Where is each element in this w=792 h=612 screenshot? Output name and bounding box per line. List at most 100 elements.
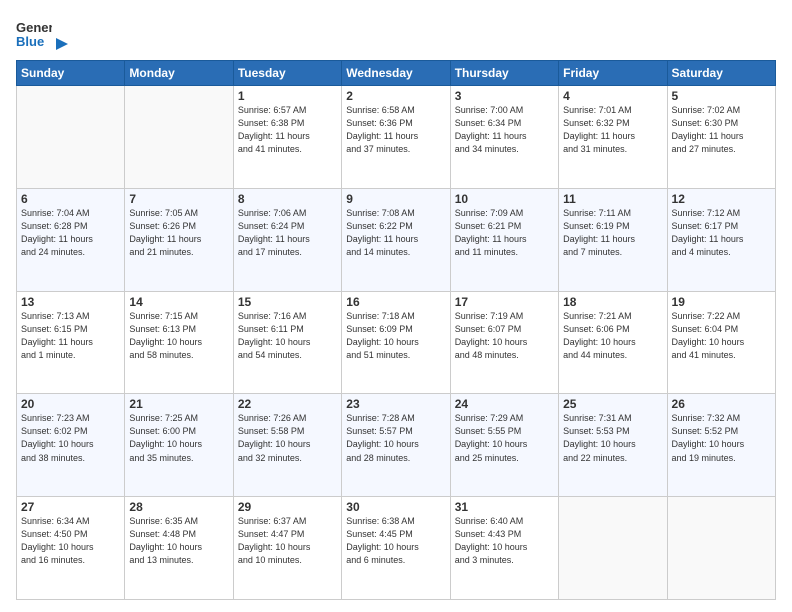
calendar-cell: 12Sunrise: 7:12 AM Sunset: 6:17 PM Dayli… (667, 188, 775, 291)
calendar-cell: 4Sunrise: 7:01 AM Sunset: 6:32 PM Daylig… (559, 86, 667, 189)
day-info: Sunrise: 7:31 AM Sunset: 5:53 PM Dayligh… (563, 412, 662, 464)
weekday-header-sunday: Sunday (17, 61, 125, 86)
day-info: Sunrise: 7:00 AM Sunset: 6:34 PM Dayligh… (455, 104, 554, 156)
day-number: 6 (21, 192, 120, 206)
calendar-cell: 20Sunrise: 7:23 AM Sunset: 6:02 PM Dayli… (17, 394, 125, 497)
calendar-cell: 25Sunrise: 7:31 AM Sunset: 5:53 PM Dayli… (559, 394, 667, 497)
calendar-week-5: 27Sunrise: 6:34 AM Sunset: 4:50 PM Dayli… (17, 497, 776, 600)
calendar-cell: 17Sunrise: 7:19 AM Sunset: 6:07 PM Dayli… (450, 291, 558, 394)
day-info: Sunrise: 7:13 AM Sunset: 6:15 PM Dayligh… (21, 310, 120, 362)
day-info: Sunrise: 6:38 AM Sunset: 4:45 PM Dayligh… (346, 515, 445, 567)
weekday-header-row: SundayMondayTuesdayWednesdayThursdayFrid… (17, 61, 776, 86)
calendar-cell (559, 497, 667, 600)
day-info: Sunrise: 7:22 AM Sunset: 6:04 PM Dayligh… (672, 310, 771, 362)
day-number: 20 (21, 397, 120, 411)
calendar-cell: 28Sunrise: 6:35 AM Sunset: 4:48 PM Dayli… (125, 497, 233, 600)
calendar-cell: 18Sunrise: 7:21 AM Sunset: 6:06 PM Dayli… (559, 291, 667, 394)
calendar-cell (125, 86, 233, 189)
day-number: 2 (346, 89, 445, 103)
day-info: Sunrise: 6:40 AM Sunset: 4:43 PM Dayligh… (455, 515, 554, 567)
day-number: 10 (455, 192, 554, 206)
calendar-cell: 14Sunrise: 7:15 AM Sunset: 6:13 PM Dayli… (125, 291, 233, 394)
logo-arrow-icon (54, 36, 70, 52)
calendar-cell: 23Sunrise: 7:28 AM Sunset: 5:57 PM Dayli… (342, 394, 450, 497)
svg-text:Blue: Blue (16, 34, 44, 49)
day-number: 28 (129, 500, 228, 514)
calendar-cell (17, 86, 125, 189)
day-info: Sunrise: 7:02 AM Sunset: 6:30 PM Dayligh… (672, 104, 771, 156)
calendar-cell: 26Sunrise: 7:32 AM Sunset: 5:52 PM Dayli… (667, 394, 775, 497)
day-number: 22 (238, 397, 337, 411)
calendar-week-4: 20Sunrise: 7:23 AM Sunset: 6:02 PM Dayli… (17, 394, 776, 497)
day-info: Sunrise: 7:15 AM Sunset: 6:13 PM Dayligh… (129, 310, 228, 362)
day-info: Sunrise: 7:26 AM Sunset: 5:58 PM Dayligh… (238, 412, 337, 464)
day-number: 17 (455, 295, 554, 309)
calendar-cell: 1Sunrise: 6:57 AM Sunset: 6:38 PM Daylig… (233, 86, 341, 189)
day-info: Sunrise: 6:57 AM Sunset: 6:38 PM Dayligh… (238, 104, 337, 156)
calendar-cell: 16Sunrise: 7:18 AM Sunset: 6:09 PM Dayli… (342, 291, 450, 394)
calendar-cell: 5Sunrise: 7:02 AM Sunset: 6:30 PM Daylig… (667, 86, 775, 189)
calendar-week-3: 13Sunrise: 7:13 AM Sunset: 6:15 PM Dayli… (17, 291, 776, 394)
day-number: 5 (672, 89, 771, 103)
day-number: 4 (563, 89, 662, 103)
day-info: Sunrise: 7:23 AM Sunset: 6:02 PM Dayligh… (21, 412, 120, 464)
day-info: Sunrise: 7:25 AM Sunset: 6:00 PM Dayligh… (129, 412, 228, 464)
day-info: Sunrise: 7:11 AM Sunset: 6:19 PM Dayligh… (563, 207, 662, 259)
day-number: 21 (129, 397, 228, 411)
day-info: Sunrise: 7:08 AM Sunset: 6:22 PM Dayligh… (346, 207, 445, 259)
day-info: Sunrise: 7:01 AM Sunset: 6:32 PM Dayligh… (563, 104, 662, 156)
weekday-header-monday: Monday (125, 61, 233, 86)
logo: General Blue (16, 16, 70, 52)
day-info: Sunrise: 6:34 AM Sunset: 4:50 PM Dayligh… (21, 515, 120, 567)
day-number: 19 (672, 295, 771, 309)
page-header: General Blue (16, 12, 776, 52)
day-number: 12 (672, 192, 771, 206)
day-number: 30 (346, 500, 445, 514)
calendar-cell: 8Sunrise: 7:06 AM Sunset: 6:24 PM Daylig… (233, 188, 341, 291)
day-info: Sunrise: 7:16 AM Sunset: 6:11 PM Dayligh… (238, 310, 337, 362)
calendar-cell: 11Sunrise: 7:11 AM Sunset: 6:19 PM Dayli… (559, 188, 667, 291)
calendar-cell: 3Sunrise: 7:00 AM Sunset: 6:34 PM Daylig… (450, 86, 558, 189)
day-number: 1 (238, 89, 337, 103)
calendar-cell: 13Sunrise: 7:13 AM Sunset: 6:15 PM Dayli… (17, 291, 125, 394)
day-number: 15 (238, 295, 337, 309)
calendar-cell: 6Sunrise: 7:04 AM Sunset: 6:28 PM Daylig… (17, 188, 125, 291)
day-info: Sunrise: 7:05 AM Sunset: 6:26 PM Dayligh… (129, 207, 228, 259)
weekday-header-tuesday: Tuesday (233, 61, 341, 86)
day-number: 13 (21, 295, 120, 309)
day-info: Sunrise: 6:35 AM Sunset: 4:48 PM Dayligh… (129, 515, 228, 567)
weekday-header-friday: Friday (559, 61, 667, 86)
day-number: 9 (346, 192, 445, 206)
calendar-cell: 27Sunrise: 6:34 AM Sunset: 4:50 PM Dayli… (17, 497, 125, 600)
day-info: Sunrise: 6:37 AM Sunset: 4:47 PM Dayligh… (238, 515, 337, 567)
day-number: 16 (346, 295, 445, 309)
day-info: Sunrise: 7:28 AM Sunset: 5:57 PM Dayligh… (346, 412, 445, 464)
day-number: 31 (455, 500, 554, 514)
day-info: Sunrise: 7:19 AM Sunset: 6:07 PM Dayligh… (455, 310, 554, 362)
calendar-week-1: 1Sunrise: 6:57 AM Sunset: 6:38 PM Daylig… (17, 86, 776, 189)
day-number: 11 (563, 192, 662, 206)
weekday-header-wednesday: Wednesday (342, 61, 450, 86)
calendar-cell: 29Sunrise: 6:37 AM Sunset: 4:47 PM Dayli… (233, 497, 341, 600)
calendar-cell: 21Sunrise: 7:25 AM Sunset: 6:00 PM Dayli… (125, 394, 233, 497)
day-number: 29 (238, 500, 337, 514)
day-number: 25 (563, 397, 662, 411)
day-info: Sunrise: 7:04 AM Sunset: 6:28 PM Dayligh… (21, 207, 120, 259)
day-info: Sunrise: 7:18 AM Sunset: 6:09 PM Dayligh… (346, 310, 445, 362)
day-info: Sunrise: 6:58 AM Sunset: 6:36 PM Dayligh… (346, 104, 445, 156)
calendar-cell: 9Sunrise: 7:08 AM Sunset: 6:22 PM Daylig… (342, 188, 450, 291)
calendar-table: SundayMondayTuesdayWednesdayThursdayFrid… (16, 60, 776, 600)
calendar-cell (667, 497, 775, 600)
day-number: 3 (455, 89, 554, 103)
day-number: 24 (455, 397, 554, 411)
calendar-cell: 30Sunrise: 6:38 AM Sunset: 4:45 PM Dayli… (342, 497, 450, 600)
weekday-header-thursday: Thursday (450, 61, 558, 86)
calendar-cell: 7Sunrise: 7:05 AM Sunset: 6:26 PM Daylig… (125, 188, 233, 291)
weekday-header-saturday: Saturday (667, 61, 775, 86)
day-number: 23 (346, 397, 445, 411)
day-number: 18 (563, 295, 662, 309)
calendar-cell: 24Sunrise: 7:29 AM Sunset: 5:55 PM Dayli… (450, 394, 558, 497)
calendar-cell: 31Sunrise: 6:40 AM Sunset: 4:43 PM Dayli… (450, 497, 558, 600)
logo-svg: General Blue (16, 16, 52, 52)
day-info: Sunrise: 7:12 AM Sunset: 6:17 PM Dayligh… (672, 207, 771, 259)
